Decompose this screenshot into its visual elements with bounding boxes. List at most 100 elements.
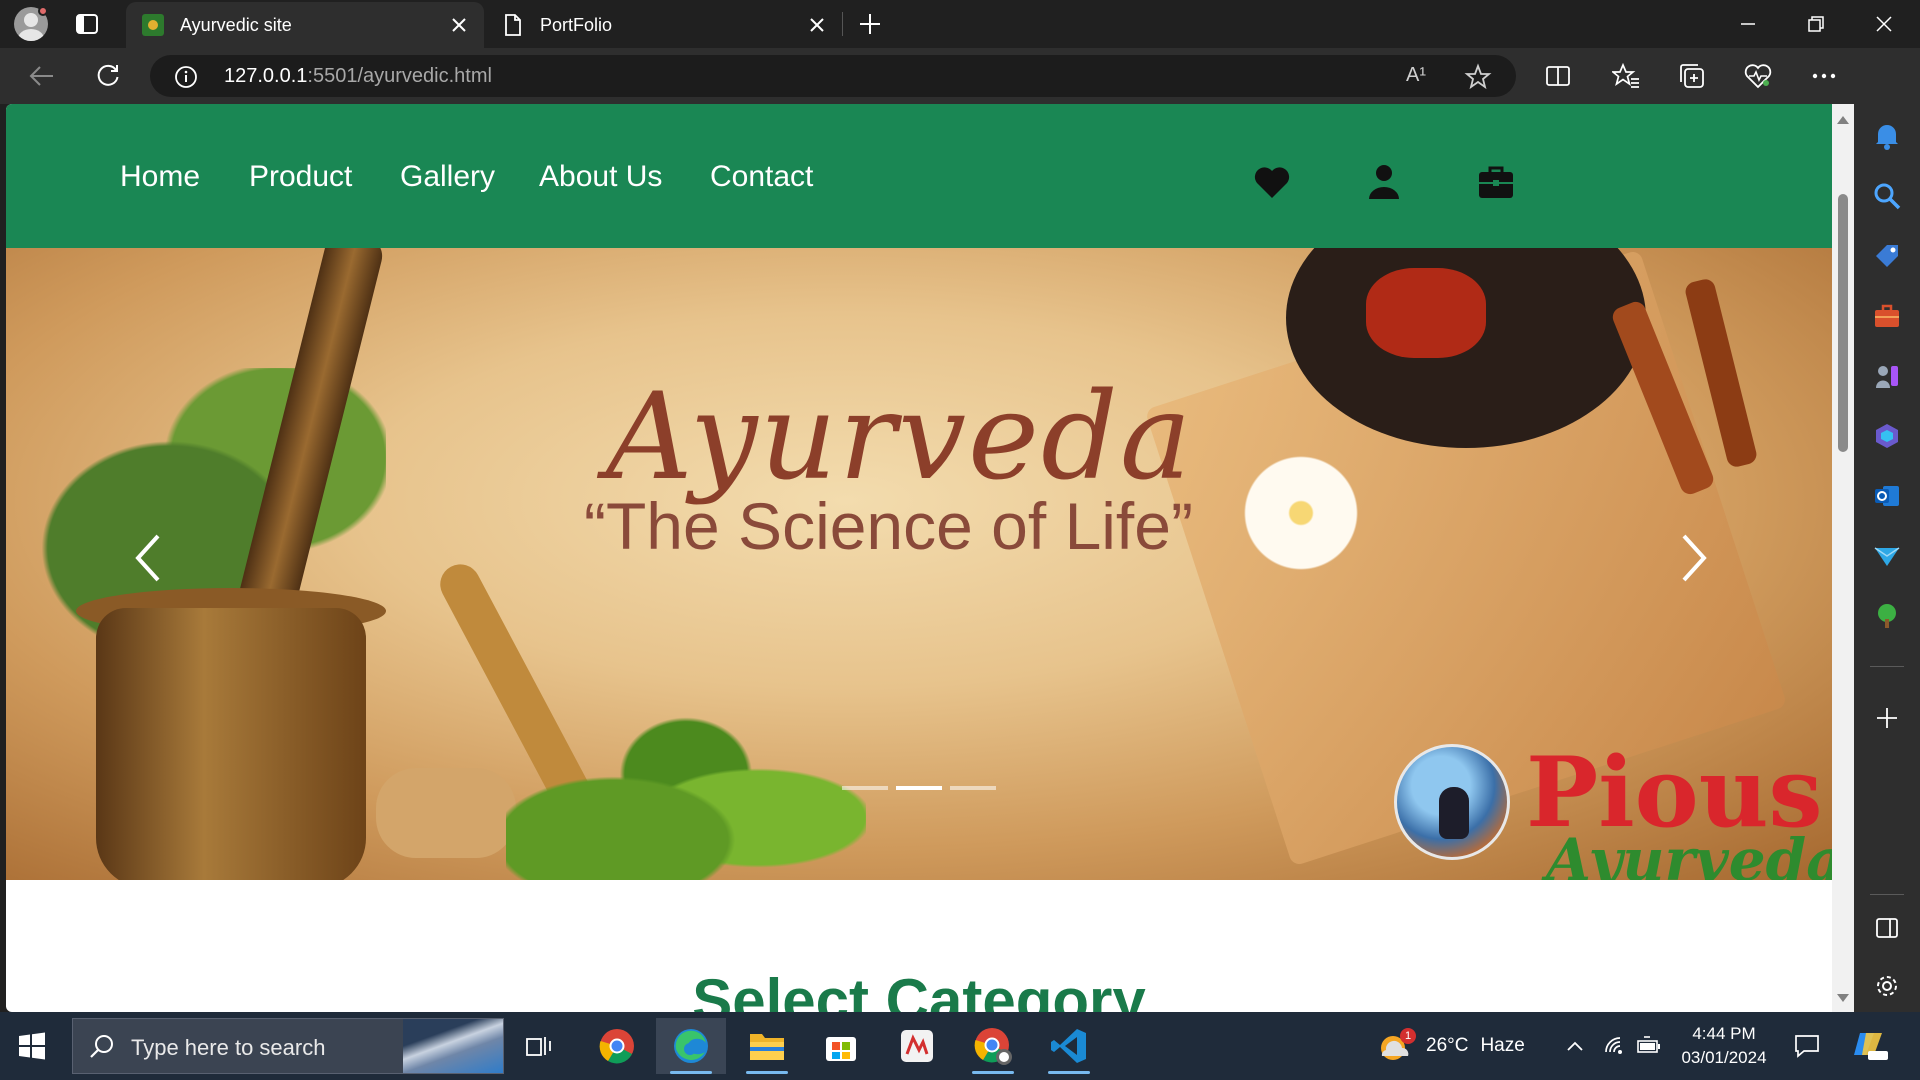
nav-link-gallery[interactable]: Gallery <box>400 160 495 194</box>
wifi-icon[interactable] <box>1604 1012 1628 1080</box>
outlook-icon[interactable] <box>1871 480 1903 512</box>
hero-carousel: Ayurveda “The Science of Life” Pious Ayu… <box>6 248 1832 880</box>
send-icon[interactable] <box>1871 540 1903 572</box>
meditation-logo-icon <box>1394 744 1510 860</box>
system-clock[interactable]: 4:44 PM 03/01/2024 <box>1674 1022 1774 1070</box>
site-info-icon[interactable] <box>174 65 198 89</box>
search-icon[interactable] <box>1871 180 1903 212</box>
tab-strip: Ayurvedic site PortFolio <box>0 0 1920 48</box>
tab-portfolio[interactable]: PortFolio <box>486 2 842 48</box>
nav-link-home[interactable]: Home <box>120 160 200 194</box>
search-icon <box>89 1033 117 1061</box>
shopping-tag-icon[interactable] <box>1871 240 1903 272</box>
sidebar-divider <box>1870 666 1904 667</box>
collections-icon[interactable] <box>1676 60 1708 92</box>
page-viewport: Home Product Gallery About Us Contact Ay… <box>6 104 1832 1012</box>
notifications-icon[interactable] <box>1794 1012 1820 1080</box>
hide-sidebar-icon[interactable] <box>1871 912 1903 944</box>
heart-icon[interactable] <box>1252 162 1292 202</box>
restore-icon[interactable] <box>1796 8 1836 40</box>
url-text: 127.0.0.1:5501/ayurvedic.html <box>224 65 492 88</box>
refresh-icon[interactable] <box>90 60 126 92</box>
edge-icon[interactable] <box>656 1018 726 1074</box>
battery-icon[interactable] <box>1636 1012 1662 1080</box>
address-bar[interactable]: 127.0.0.1:5501/ayurvedic.html A¹ <box>150 55 1516 97</box>
flower-decoration <box>1236 448 1366 578</box>
microsoft-store-icon[interactable] <box>806 1018 876 1074</box>
vscode-icon[interactable] <box>1034 1018 1104 1074</box>
app-icon[interactable] <box>882 1018 952 1074</box>
tree-app-icon[interactable] <box>1871 600 1903 632</box>
carousel-indicator-active[interactable] <box>896 786 942 790</box>
browser-essentials-icon[interactable] <box>1742 60 1774 92</box>
chrome-icon[interactable] <box>582 1018 652 1074</box>
nav-link-contact[interactable]: Contact <box>710 160 813 194</box>
weather-temp: 26°C <box>1426 1035 1469 1056</box>
windows-start-icon[interactable] <box>18 1032 46 1060</box>
tab-ayurvedic-site[interactable]: Ayurvedic site <box>126 2 484 48</box>
games-icon[interactable] <box>1871 360 1903 392</box>
taskbar-search-box[interactable]: Type here to search <box>72 1018 504 1074</box>
profile-notification-dot <box>38 6 48 16</box>
site-navbar: Home Product Gallery About Us Contact <box>6 104 1832 248</box>
page-scrollbar[interactable] <box>1832 104 1854 1012</box>
hero-subtitle: “The Science of Life” <box>584 489 1193 563</box>
read-aloud-icon[interactable]: A¹ <box>1406 64 1432 90</box>
url-path: :5501/ayurvedic.html <box>307 65 492 87</box>
briefcase-icon[interactable] <box>1476 162 1516 202</box>
chrome-profile-icon[interactable] <box>958 1018 1028 1074</box>
search-highlight-image <box>403 1019 503 1073</box>
tab-actions-icon[interactable] <box>74 12 100 36</box>
edge-sidebar <box>1854 48 1920 1012</box>
clock-date: 03/01/2024 <box>1681 1048 1767 1067</box>
minimize-icon[interactable] <box>1728 8 1768 40</box>
windows-taskbar: Type here to search 1 26°C Haze 4:44 PM … <box>0 1012 1920 1080</box>
scrollbar-thumb[interactable] <box>1838 194 1848 452</box>
task-view-icon[interactable] <box>504 1018 574 1074</box>
url-host: 127.0.0.1 <box>224 65 308 87</box>
weather-badge: 1 <box>1400 1028 1416 1044</box>
favorites-icon[interactable] <box>1610 60 1642 92</box>
carousel-indicator[interactable] <box>950 786 996 790</box>
notification-bell-icon[interactable] <box>1871 120 1903 152</box>
sidebar-divider <box>1870 894 1904 895</box>
favorite-star-icon[interactable] <box>1464 63 1492 91</box>
close-tab-icon[interactable] <box>448 14 470 36</box>
add-icon[interactable] <box>1871 702 1903 734</box>
new-tab-icon[interactable] <box>856 10 884 38</box>
carousel-prev-icon[interactable] <box>130 528 164 588</box>
close-window-icon[interactable] <box>1864 8 1904 40</box>
mortar-decoration <box>96 608 366 880</box>
chili-decoration <box>1366 268 1486 358</box>
more-options-icon[interactable] <box>1808 60 1840 92</box>
weather-desc: Haze <box>1480 1035 1525 1056</box>
hero-title: Ayurveda <box>606 368 1194 507</box>
running-app-indicator <box>972 1071 1014 1074</box>
ginger-decoration <box>376 768 516 858</box>
user-icon[interactable] <box>1364 162 1404 202</box>
scroll-down-icon[interactable] <box>1837 994 1849 1002</box>
close-tab-icon[interactable] <box>806 14 828 36</box>
carousel-indicator[interactable] <box>842 786 888 790</box>
split-screen-icon[interactable] <box>1542 60 1574 92</box>
tab-separator <box>842 12 843 36</box>
scroll-up-icon[interactable] <box>1837 116 1849 124</box>
microsoft-365-icon[interactable] <box>1871 420 1903 452</box>
file-explorer-icon[interactable] <box>732 1018 802 1074</box>
settings-gear-icon[interactable] <box>1871 970 1903 1002</box>
back-icon[interactable] <box>24 60 60 92</box>
running-app-indicator <box>1048 1071 1090 1074</box>
clock-time: 4:44 PM <box>1692 1024 1756 1043</box>
nav-link-about-us[interactable]: About Us <box>539 160 662 194</box>
nav-link-product[interactable]: Product <box>249 160 352 194</box>
weather-sun-icon: 1 <box>1376 1026 1416 1066</box>
show-hidden-icons-chevron-icon[interactable] <box>1566 1012 1584 1080</box>
tab-title: PortFolio <box>540 14 613 35</box>
running-app-indicator <box>746 1071 788 1074</box>
carousel-next-icon[interactable] <box>1678 528 1712 588</box>
active-app-indicator <box>670 1071 712 1074</box>
weather-widget[interactable]: 1 26°C Haze <box>1376 1012 1525 1080</box>
copilot-preview-icon[interactable] <box>1852 1012 1888 1080</box>
tab-title: Ayurvedic site <box>180 14 292 35</box>
tools-briefcase-icon[interactable] <box>1871 300 1903 332</box>
